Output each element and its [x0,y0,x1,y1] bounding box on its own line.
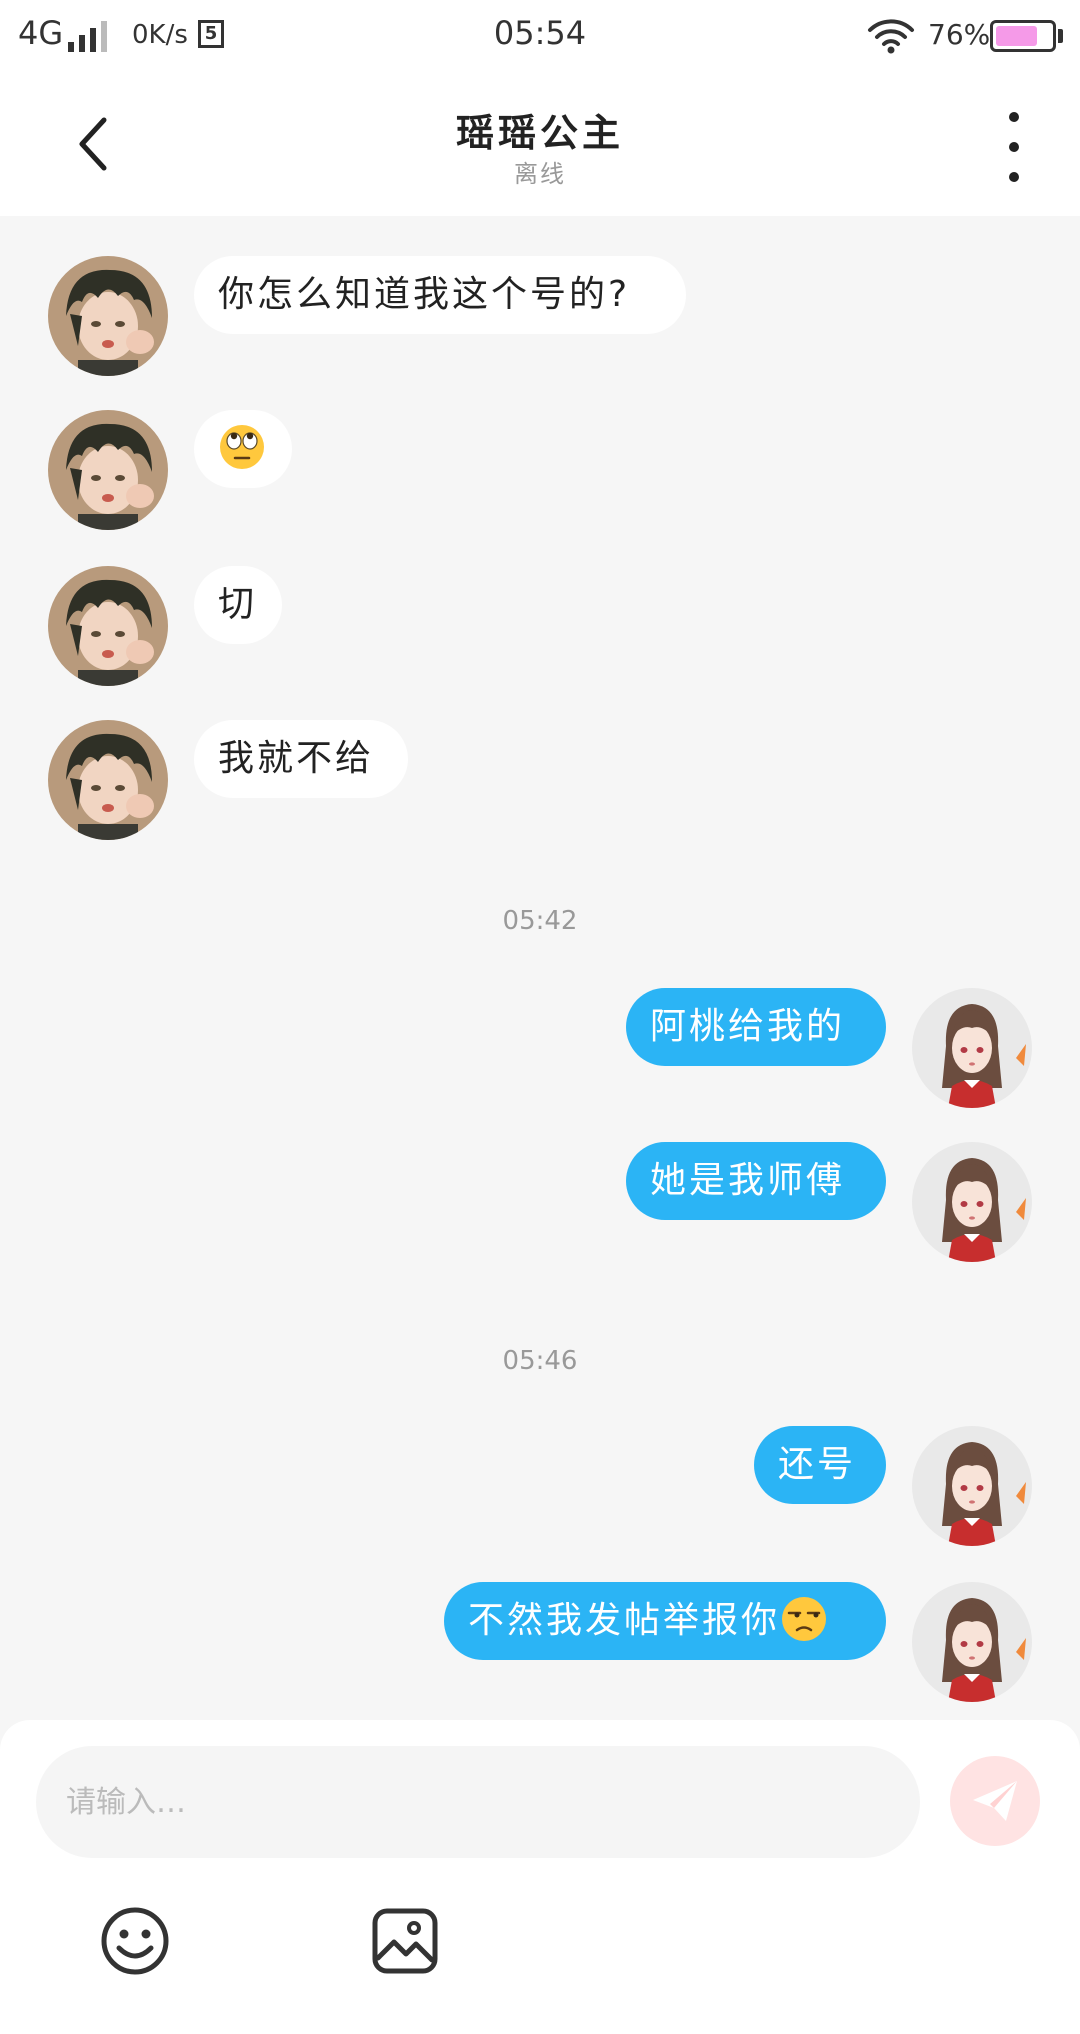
contact-avatar[interactable] [48,566,168,686]
message-text: 不然我发帖举报你 [468,1600,781,1641]
battery-cap [1058,29,1063,43]
message-bubble[interactable]: 她是我师傅 [626,1142,886,1220]
message-text: 阿桃给我的 [650,1006,846,1047]
contact-avatar[interactable] [48,410,168,530]
more-vertical-icon[interactable] [990,112,1038,182]
my-avatar[interactable] [912,1426,1032,1546]
rolling-eyes-emoji-icon [220,425,264,469]
message-timestamp: 05:42 [502,906,578,936]
my-avatar[interactable] [912,1142,1032,1262]
message-bubble[interactable]: 我就不给 [194,720,408,798]
paper-plane-icon [973,1781,1017,1821]
battery-level [996,26,1038,46]
message-text: 你怎么知道我这个号的? [218,274,631,315]
message-text: 切 [218,584,258,625]
message-timestamp: 05:46 [502,1346,578,1376]
contact-avatar[interactable] [48,256,168,376]
image-icon[interactable] [370,1906,440,1976]
battery-percent: 76% [928,18,991,51]
my-avatar[interactable] [912,988,1032,1108]
message-text: 她是我师傅 [650,1160,846,1201]
composer-bar [0,1720,1080,2034]
battery-icon [990,20,1056,52]
message-bubble[interactable] [194,410,292,488]
message-text: 我就不给 [218,738,375,779]
message-list[interactable]: 你怎么知道我这个号的? 切我就不给 05:42 阿桃给我的她是我师傅 05:46 还号不然… [0,216,1080,1720]
contact-status: 离线 [514,160,566,188]
smiley-icon[interactable] [100,1906,170,1976]
contact-avatar[interactable] [48,720,168,840]
send-button[interactable] [950,1756,1040,1846]
message-text: 还号 [778,1444,857,1485]
message-bubble[interactable]: 阿桃给我的 [626,988,886,1066]
my-avatar[interactable] [912,1582,1032,1702]
message-bubble[interactable]: 你怎么知道我这个号的? [194,256,686,334]
message-bubble[interactable]: 切 [194,566,282,644]
wifi-icon [868,19,914,54]
unamused-face-emoji-icon [782,1597,827,1641]
contact-name: 瑶瑶公主 [455,111,624,155]
chat-header: 瑶瑶公主 离线 [0,72,1080,216]
message-input[interactable] [36,1746,920,1858]
status-time: 05:54 [493,14,587,52]
status-bar: 4G 0K/s 5 05:54 76% [0,0,1080,72]
message-bubble[interactable]: 还号 [754,1426,886,1504]
message-bubble[interactable]: 不然我发帖举报你 [444,1582,886,1660]
